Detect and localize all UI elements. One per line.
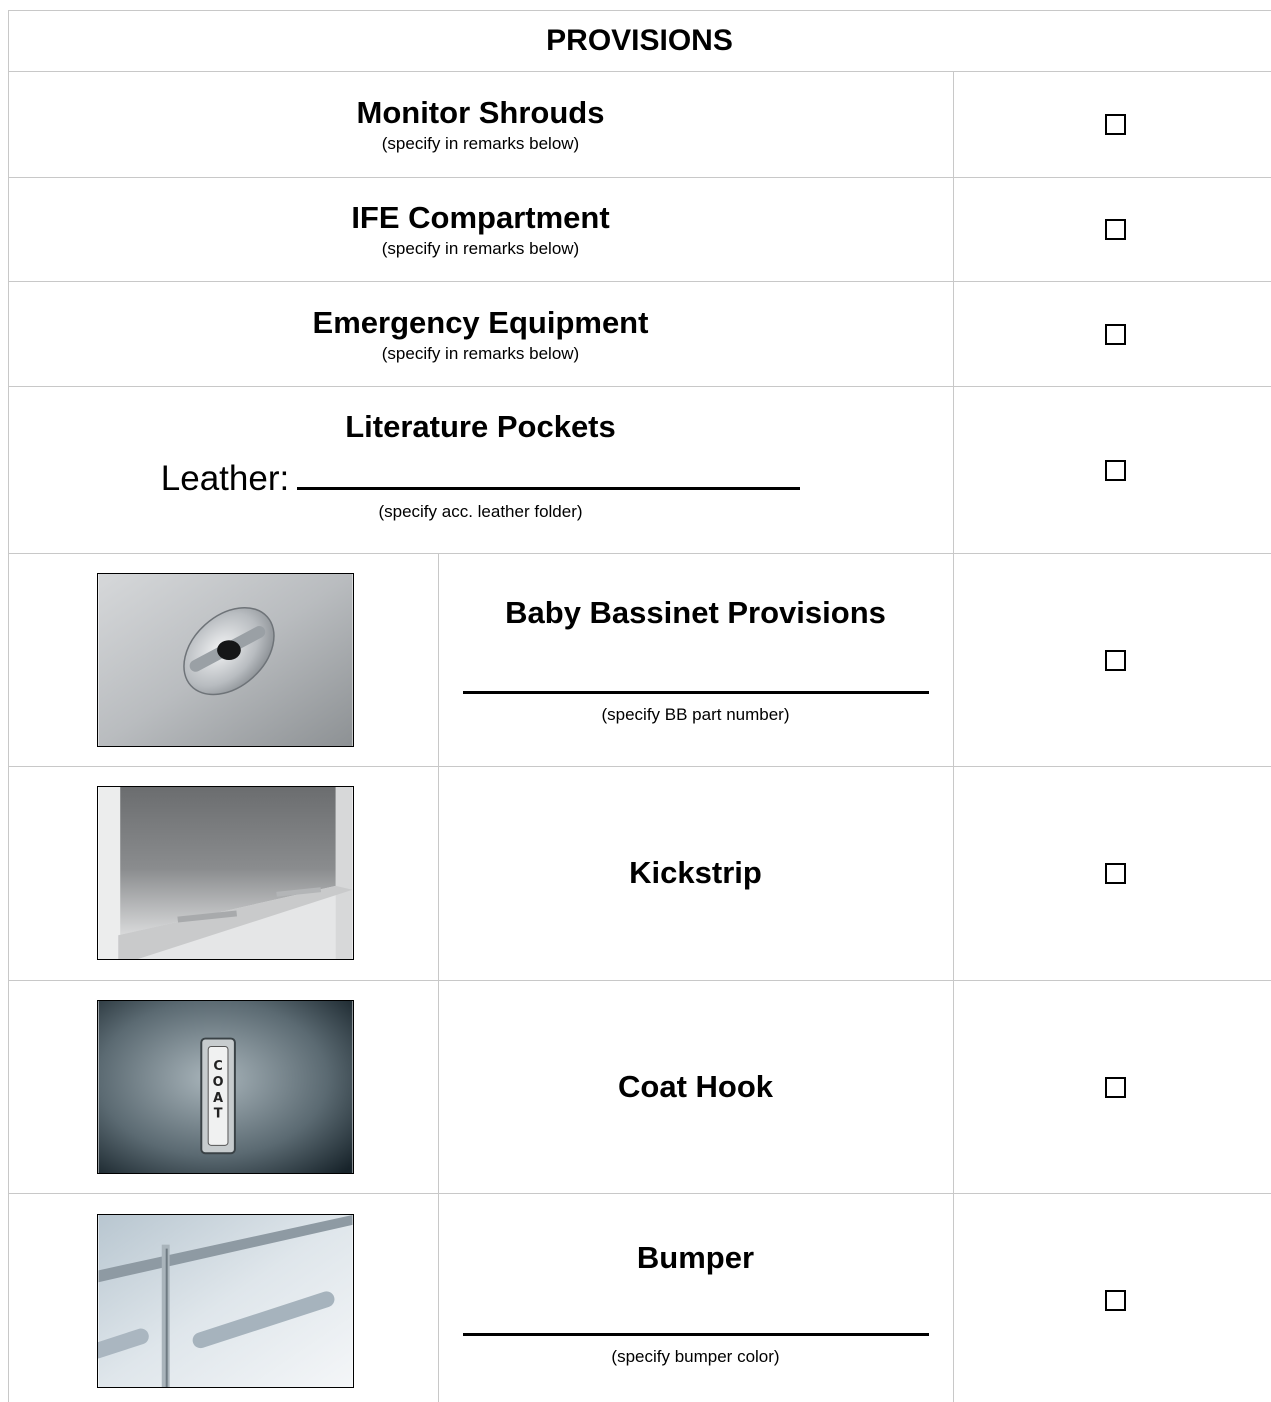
emergency-equipment-checkbox[interactable]: [1105, 324, 1126, 345]
row-divider: [8, 177, 1271, 178]
part-number-blank[interactable]: [462, 691, 929, 694]
row-title: Baby Bassinet Provisions: [505, 595, 886, 630]
row-note: (specify BB part number): [601, 705, 790, 724]
leather-field-blank[interactable]: [297, 459, 801, 490]
coat-hook-icon: COAT: [97, 1000, 354, 1174]
row-coat-hook: Coat Hook: [438, 980, 953, 1193]
ife-compartment-checkbox[interactable]: [1105, 219, 1126, 240]
table-header: PROVISIONS: [8, 10, 1271, 71]
leather-field[interactable]: Leather:: [160, 459, 801, 499]
baby-bassinet-checkbox[interactable]: [1105, 650, 1126, 671]
kickstrip-checkbox[interactable]: [1105, 863, 1126, 884]
row-title: Bumper: [636, 1240, 755, 1275]
bumper-color-blank[interactable]: [462, 1333, 929, 1336]
monitor-shrouds-checkbox[interactable]: [1105, 114, 1126, 135]
kickstrip-panel-icon: [97, 786, 354, 960]
row-note: (specify in remarks below): [381, 134, 580, 153]
row-title: Coat Hook: [618, 1068, 773, 1104]
coat-hook-letters: COAT: [213, 1059, 224, 1121]
row-note: (specify acc. leather folder): [378, 502, 583, 521]
literature-pockets-checkbox[interactable]: [1105, 460, 1126, 481]
header-title: PROVISIONS: [546, 23, 733, 57]
row-title: Kickstrip: [629, 855, 762, 890]
row-note: (specify in remarks below): [381, 239, 580, 258]
row-divider: [8, 71, 1271, 72]
bumper-strip-icon: [97, 1214, 354, 1388]
bumper-checkbox[interactable]: [1105, 1290, 1126, 1311]
row-ife-compartment: IFE Compartment (specify in remarks belo…: [8, 200, 953, 270]
row-title: Monitor Shrouds: [356, 95, 605, 130]
row-bumper: Bumper (specify bumper color): [438, 1240, 953, 1370]
row-divider: [8, 281, 1271, 282]
row-title: Emergency Equipment: [312, 305, 649, 340]
row-emergency-equipment: Emergency Equipment (specify in remarks …: [8, 305, 953, 375]
row-divider: [8, 1193, 1271, 1194]
row-literature-pockets: Literature Pockets Leather: (specify acc…: [8, 409, 953, 539]
row-note: (specify bumper color): [611, 1347, 780, 1366]
row-divider: [8, 386, 1271, 387]
row-monitor-shrouds: Monitor Shrouds (specify in remarks belo…: [8, 95, 953, 165]
row-note: (specify in remarks below): [381, 344, 580, 363]
row-divider: [8, 553, 1271, 554]
bassinet-fitting-icon: [97, 573, 354, 747]
row-title: IFE Compartment: [351, 200, 610, 235]
row-baby-bassinet: Baby Bassinet Provisions (specify BB par…: [438, 595, 953, 735]
column-divider: [953, 71, 954, 1402]
leather-field-label: Leather:: [160, 459, 290, 498]
row-title: Literature Pockets: [345, 409, 616, 444]
row-kickstrip: Kickstrip: [438, 766, 953, 980]
coat-hook-checkbox[interactable]: [1105, 1077, 1126, 1098]
